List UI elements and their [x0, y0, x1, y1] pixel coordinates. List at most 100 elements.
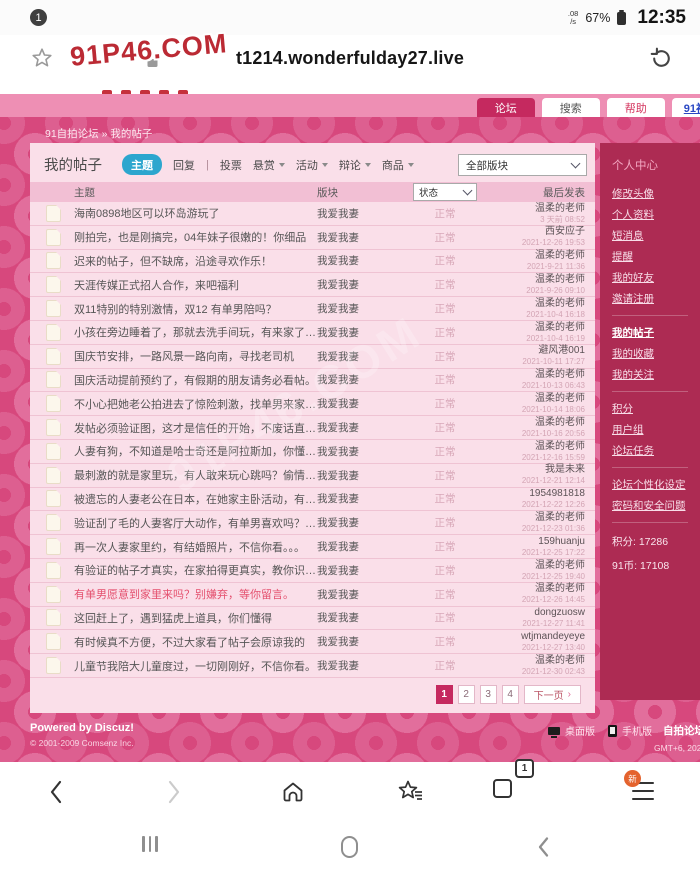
- last-post-user-link[interactable]: 159huanju: [538, 536, 585, 548]
- status-filter-select[interactable]: 状态: [413, 183, 477, 201]
- last-post-user-link[interactable]: 西安应子: [545, 226, 585, 238]
- sidebar-link[interactable]: 我的关注: [612, 367, 688, 382]
- system-home-icon[interactable]: [341, 836, 358, 858]
- last-post-user-link[interactable]: 温柔的老师: [535, 203, 585, 215]
- forum-link[interactable]: 我爱我妻: [317, 539, 409, 554]
- last-post-user-link[interactable]: 温柔的老师: [535, 393, 585, 405]
- forum-link[interactable]: 我爱我妻: [317, 277, 409, 292]
- site-name-link[interactable]: 自拍论坛 |联系: [663, 723, 700, 738]
- post-title-link[interactable]: 天涯传媒正式招人合作，来吧福利: [74, 277, 317, 293]
- post-title-link[interactable]: 发帖必须验证图，这才是信任的开始，不废话直接上图: [74, 420, 317, 436]
- page-button-1[interactable]: 1: [436, 685, 453, 704]
- forum-filter-select[interactable]: 全部版块: [458, 154, 587, 176]
- next-page-button[interactable]: 下一页›: [524, 685, 581, 704]
- last-post-user-link[interactable]: dongzuosw: [534, 607, 585, 619]
- system-back-icon[interactable]: [536, 836, 550, 858]
- sidebar-link[interactable]: 论坛任务: [612, 443, 688, 458]
- post-title-link[interactable]: 人妻有狗，不知道是哈士奇还是阿拉斯加，你懂得？必看: [74, 443, 317, 459]
- filter-tab-7[interactable]: 商品: [382, 157, 414, 173]
- post-title-link[interactable]: 迟来的帖子，但不缺席，沿途寻欢作乐！: [74, 253, 317, 269]
- last-post-user-link[interactable]: 温柔的老师: [535, 322, 585, 334]
- last-post-user-link[interactable]: 温柔的老师: [535, 417, 585, 429]
- post-title-link[interactable]: 有验证的帖子才真实，在家拍得更真实，教你识别假夫妻。: [74, 562, 317, 578]
- filter-tab-1[interactable]: 主题: [122, 154, 162, 175]
- filter-tab-2[interactable]: 回复: [173, 157, 195, 173]
- sidebar-link[interactable]: 我的好友: [612, 270, 688, 285]
- last-post-user-link[interactable]: 温柔的老师: [535, 274, 585, 286]
- last-post-user-link[interactable]: 温柔的老师: [535, 250, 585, 262]
- post-title-link[interactable]: 小孩在旁边睡着了，那就去洗手间玩，有来家了的叔叔吗？: [74, 324, 317, 340]
- forum-link[interactable]: 我爱我妻: [317, 515, 409, 530]
- last-post-user-link[interactable]: 温柔的老师: [535, 298, 585, 310]
- forum-link[interactable]: 我爱我妻: [317, 658, 409, 673]
- desktop-version-link[interactable]: 桌面版: [565, 723, 595, 738]
- home-icon[interactable]: [280, 779, 306, 805]
- filter-tab-5[interactable]: 活动: [296, 157, 328, 173]
- forum-link[interactable]: 我爱我妻: [317, 396, 409, 411]
- post-title-link[interactable]: 海南0898地区可以环岛游玩了: [74, 205, 317, 221]
- last-post-user-link[interactable]: 温柔的老师: [535, 560, 585, 572]
- forum-link[interactable]: 我爱我妻: [317, 563, 409, 578]
- sidebar-link[interactable]: 我的帖子: [612, 325, 688, 340]
- sidebar-link[interactable]: 密码和安全问题: [612, 498, 688, 513]
- last-post-user-link[interactable]: 温柔的老师: [535, 583, 585, 595]
- post-title-link[interactable]: 最刺激的就是家里玩，有人敢来玩心跳吗？偷情那种: [74, 467, 317, 483]
- sidebar-link[interactable]: 我的收藏: [612, 346, 688, 361]
- refresh-icon[interactable]: [649, 46, 674, 71]
- site-nav-tab-3[interactable]: 帮助: [607, 98, 665, 117]
- post-title-link[interactable]: 国庆节安排，一路风景一路向南，寻找老司机: [74, 348, 317, 364]
- post-title-link[interactable]: 不小心把她老公拍进去了惊险刺激，找单男来家里玩: [74, 396, 317, 412]
- back-icon[interactable]: [48, 779, 64, 805]
- sidebar-link[interactable]: 用户组: [612, 422, 688, 437]
- forum-link[interactable]: 我爱我妻: [317, 253, 409, 268]
- post-title-link[interactable]: 这回赶上了，遇到猛虎上道具，你们懂得: [74, 610, 317, 626]
- sidebar-link[interactable]: 个人资料: [612, 207, 688, 222]
- page-button-2[interactable]: 2: [458, 685, 475, 704]
- last-post-user-link[interactable]: 温柔的老师: [535, 441, 585, 453]
- forum-link[interactable]: 我爱我妻: [317, 610, 409, 625]
- post-title-link[interactable]: 被遗忘的人妻老公在日本，在她家主卧活动，有单男约吗？: [74, 491, 317, 507]
- sidebar-link[interactable]: 短消息: [612, 228, 688, 243]
- last-post-user-link[interactable]: 1954981818: [529, 488, 585, 500]
- page-button-4[interactable]: 4: [502, 685, 519, 704]
- last-post-user-link[interactable]: 温柔的老师: [535, 369, 585, 381]
- post-title-link[interactable]: 儿童节我陪大儿童度过，一切刚刚好，不信你看。: [74, 658, 317, 674]
- last-post-user-link[interactable]: wtjmandeyeye: [521, 631, 585, 643]
- sidebar-link[interactable]: 积分: [612, 401, 688, 416]
- recents-icon[interactable]: [142, 836, 158, 852]
- post-title-link[interactable]: 刚拍完，也是刚搞完，04年妹子很嫩的！你细品: [74, 229, 317, 245]
- last-post-user-link[interactable]: 避风港001: [538, 345, 585, 357]
- forum-link[interactable]: 我爱我妻: [317, 468, 409, 483]
- forum-link[interactable]: 我爱我妻: [317, 230, 409, 245]
- forum-link[interactable]: 我爱我妻: [317, 587, 409, 602]
- forum-link[interactable]: 我爱我妻: [317, 206, 409, 221]
- post-title-link[interactable]: 验证刮了毛的人妻客厅大动作，有单男喜欢吗？来来来看: [74, 515, 317, 531]
- page-button-3[interactable]: 3: [480, 685, 497, 704]
- forum-link[interactable]: 我爱我妻: [317, 325, 409, 340]
- site-nav-tab-1[interactable]: 论坛: [477, 98, 535, 117]
- forum-link[interactable]: 我爱我妻: [317, 420, 409, 435]
- filter-tab-6[interactable]: 辩论: [339, 157, 371, 173]
- post-title-link[interactable]: 有时候真不方便，不过大家看了帖子会原谅我的: [74, 634, 317, 650]
- forum-link[interactable]: 我爱我妻: [317, 444, 409, 459]
- mobile-version-link[interactable]: 手机版: [622, 723, 652, 738]
- post-title-link[interactable]: 国庆活动提前预约了，有假期的朋友请务必看帖。: [74, 372, 317, 388]
- sidebar-link[interactable]: 提醒: [612, 249, 688, 264]
- sidebar-link[interactable]: 邀请注册: [612, 291, 688, 306]
- forum-link[interactable]: 我爱我妻: [317, 301, 409, 316]
- post-title-link[interactable]: 双11特别的特别激情，双12 有单男陪吗？: [74, 301, 317, 317]
- filter-tab-3[interactable]: 投票: [220, 157, 242, 173]
- site-nav-tab-2[interactable]: 搜索: [542, 98, 600, 117]
- forum-link[interactable]: 我爱我妻: [317, 372, 409, 387]
- breadcrumb[interactable]: 91自拍论坛 » 我的帖子: [45, 126, 152, 141]
- forward-icon[interactable]: [166, 779, 182, 805]
- post-title-link[interactable]: 再一次人妻家里约，有结婚照片，不信你看。。。: [74, 539, 317, 555]
- last-post-user-link[interactable]: 我是未来: [545, 464, 585, 476]
- sidebar-link[interactable]: 修改头像: [612, 186, 688, 201]
- forum-link[interactable]: 我爱我妻: [317, 349, 409, 364]
- sidebar-link[interactable]: 论坛个性化设定: [612, 477, 688, 492]
- post-title-link[interactable]: 有单男愿意到家里来吗？别嫌弃，等你留言。: [74, 586, 317, 602]
- forum-link[interactable]: 我爱我妻: [317, 491, 409, 506]
- bookmarks-star-icon[interactable]: [396, 779, 424, 805]
- last-post-user-link[interactable]: 温柔的老师: [535, 512, 585, 524]
